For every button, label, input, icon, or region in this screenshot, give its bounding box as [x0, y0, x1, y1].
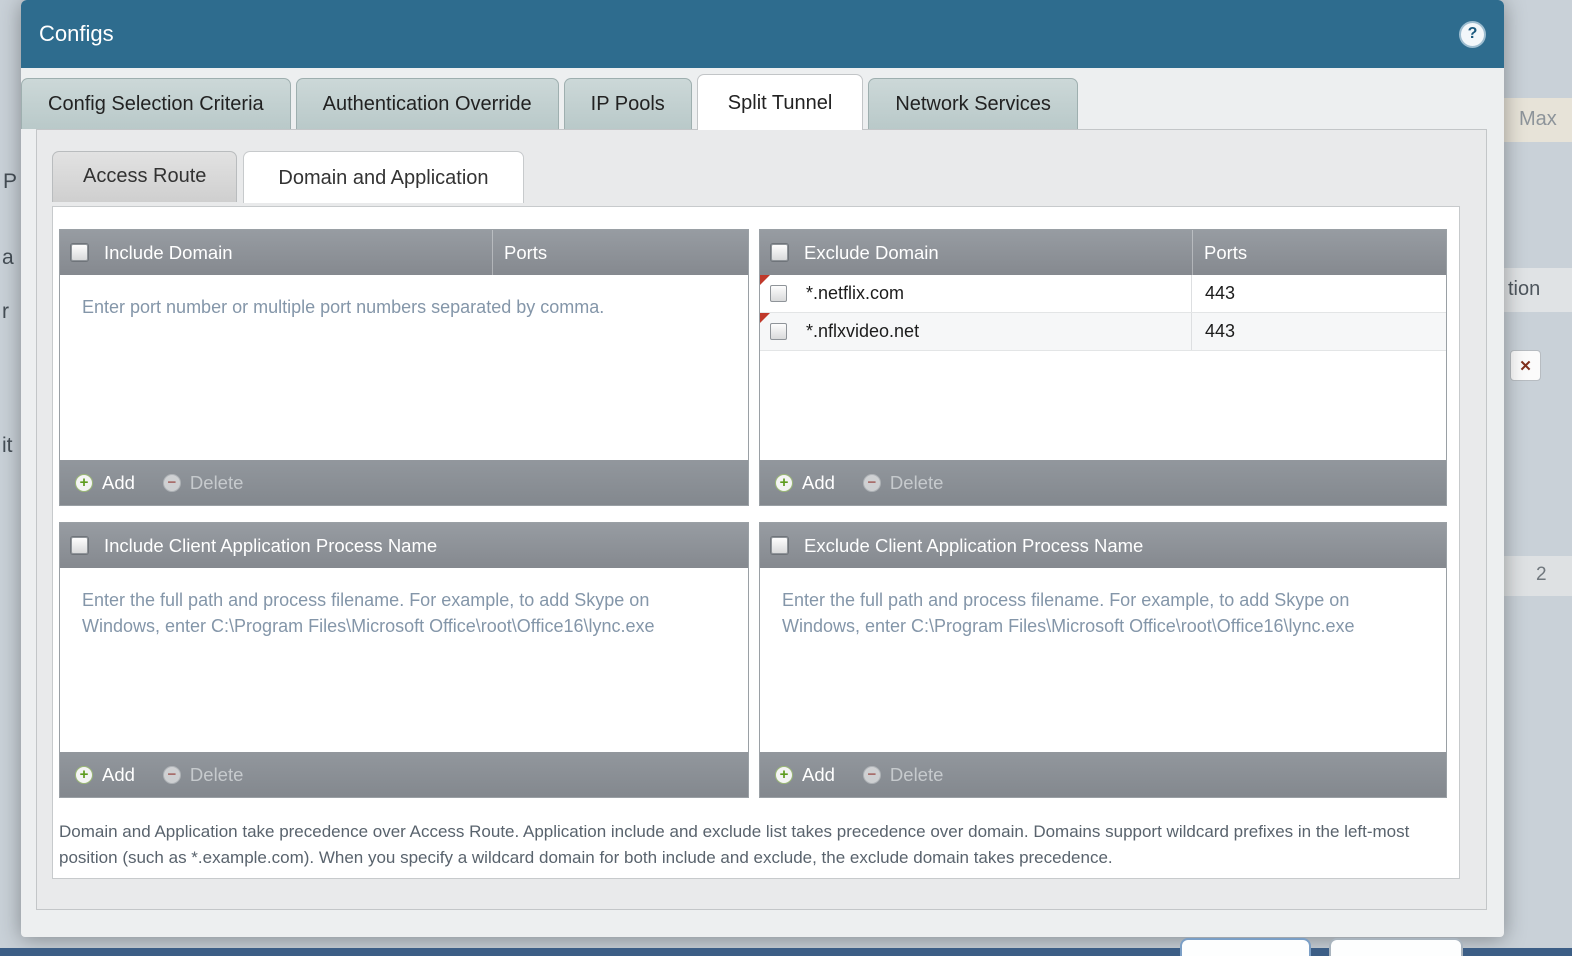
plus-icon: +: [775, 766, 793, 784]
column-header: Include Client Application Process Name: [104, 535, 437, 557]
bg-text-max: Max: [1504, 98, 1572, 142]
bg-text-fragment: r: [2, 300, 9, 324]
exclude-app-body: Enter the full path and process filename…: [760, 568, 1446, 752]
dialog-ok-button[interactable]: [1180, 938, 1311, 956]
row-checkbox[interactable]: [770, 285, 787, 302]
minus-icon: −: [863, 766, 881, 784]
include-app-footer: + Add − Delete: [60, 752, 748, 797]
dialog-header: Configs ?: [21, 0, 1504, 68]
column-header: Ports: [504, 242, 547, 264]
add-label: Add: [102, 472, 135, 494]
add-button[interactable]: + Add: [75, 764, 135, 786]
include-domain-footer: + Add − Delete: [60, 460, 748, 505]
minus-icon: −: [163, 766, 181, 784]
row-checkbox[interactable]: [770, 323, 787, 340]
exclude-domain-footer: + Add − Delete: [760, 460, 1446, 505]
main-tab-bar: Config Selection Criteria Authentication…: [21, 72, 1078, 129]
include-app-body: Enter the full path and process filename…: [60, 568, 748, 752]
tab-ip-pools[interactable]: IP Pools: [564, 78, 692, 129]
tab-access-route[interactable]: Access Route: [52, 151, 237, 202]
dialog-title: Configs: [39, 21, 114, 47]
include-app-header: Include Client Application Process Name: [60, 523, 748, 568]
plus-icon: +: [75, 474, 93, 492]
delete-button[interactable]: − Delete: [863, 472, 943, 494]
exclude-app-header: Exclude Client Application Process Name: [760, 523, 1446, 568]
bg-text-fragment: P: [3, 170, 17, 194]
domain-cell: *.nflxvideo.net: [806, 321, 919, 342]
select-all-checkbox[interactable]: [771, 244, 788, 261]
screen: P a r it Max tion ✕ 2 Configs ? Config S…: [0, 0, 1572, 956]
exclude-domain-header: Exclude Domain Ports: [760, 230, 1446, 275]
close-icon[interactable]: ✕: [1510, 350, 1541, 381]
column-header: Ports: [1204, 242, 1247, 264]
select-all-checkbox[interactable]: [771, 537, 788, 554]
delete-label: Delete: [190, 764, 243, 786]
select-all-checkbox[interactable]: [71, 537, 88, 554]
configs-dialog: Configs ? Config Selection Criteria Auth…: [21, 0, 1504, 937]
column-divider: [1192, 230, 1193, 275]
bg-text-fragment: a: [2, 246, 14, 270]
exclude-app-table: Exclude Client Application Process Name …: [759, 522, 1447, 798]
dialog-cancel-button[interactable]: [1329, 938, 1463, 956]
minus-icon: −: [863, 474, 881, 492]
include-app-table: Include Client Application Process Name …: [59, 522, 749, 798]
add-button[interactable]: + Add: [775, 472, 835, 494]
bg-text-fragment: it: [2, 434, 13, 458]
tab-config-selection-criteria[interactable]: Config Selection Criteria: [21, 78, 291, 129]
column-header: Exclude Domain: [804, 242, 939, 264]
ports-cell: 443: [1191, 275, 1235, 312]
select-all-checkbox[interactable]: [71, 244, 88, 261]
add-label: Add: [102, 764, 135, 786]
include-domain-table: Include Domain Ports Enter port number o…: [59, 229, 749, 506]
precedence-note: Domain and Application take precedence o…: [59, 819, 1443, 872]
delete-label: Delete: [190, 472, 243, 494]
delete-label: Delete: [890, 764, 943, 786]
minus-icon: −: [163, 474, 181, 492]
column-divider: [492, 230, 493, 275]
modified-marker-icon: [760, 275, 770, 285]
column-header: Include Domain: [104, 242, 233, 264]
help-icon[interactable]: ?: [1459, 21, 1486, 48]
exclude-domain-table: Exclude Domain Ports *.netflix.com 443: [759, 229, 1447, 506]
plus-icon: +: [775, 474, 793, 492]
exclude-app-footer: + Add − Delete: [760, 752, 1446, 797]
sub-tab-bar: Access Route Domain and Application: [52, 151, 524, 202]
modified-marker-icon: [760, 313, 770, 323]
include-domain-header: Include Domain Ports: [60, 230, 748, 275]
add-label: Add: [802, 764, 835, 786]
domain-application-content: Include Domain Ports Enter port number o…: [52, 206, 1460, 879]
delete-button[interactable]: − Delete: [163, 764, 243, 786]
delete-button[interactable]: − Delete: [863, 764, 943, 786]
add-button[interactable]: + Add: [775, 764, 835, 786]
add-label: Add: [802, 472, 835, 494]
split-tunnel-panel: Access Route Domain and Application Incl…: [36, 129, 1487, 910]
plus-icon: +: [75, 766, 93, 784]
delete-label: Delete: [890, 472, 943, 494]
column-header: Exclude Client Application Process Name: [804, 535, 1143, 557]
tab-authentication-override[interactable]: Authentication Override: [296, 78, 559, 129]
exclude-domain-body: *.netflix.com 443 *.nflxvideo.net 443: [760, 275, 1446, 460]
add-button[interactable]: + Add: [75, 472, 135, 494]
empty-table-hint: Enter the full path and process filename…: [60, 568, 700, 658]
empty-table-hint: Enter port number or multiple port numbe…: [60, 275, 700, 339]
bg-text-number: 2: [1504, 556, 1572, 596]
tab-domain-and-application[interactable]: Domain and Application: [243, 151, 523, 203]
include-domain-body: Enter port number or multiple port numbe…: [60, 275, 748, 460]
bg-text-tion: tion: [1504, 268, 1572, 312]
delete-button[interactable]: − Delete: [163, 472, 243, 494]
table-row[interactable]: *.netflix.com 443: [760, 275, 1446, 313]
domain-cell: *.netflix.com: [806, 283, 904, 304]
background-left-edge: P a r it: [0, 0, 21, 956]
empty-table-hint: Enter the full path and process filename…: [760, 568, 1400, 658]
table-row[interactable]: *.nflxvideo.net 443: [760, 313, 1446, 351]
tab-network-services[interactable]: Network Services: [868, 78, 1078, 129]
ports-cell: 443: [1191, 313, 1235, 350]
tab-split-tunnel[interactable]: Split Tunnel: [697, 74, 864, 130]
